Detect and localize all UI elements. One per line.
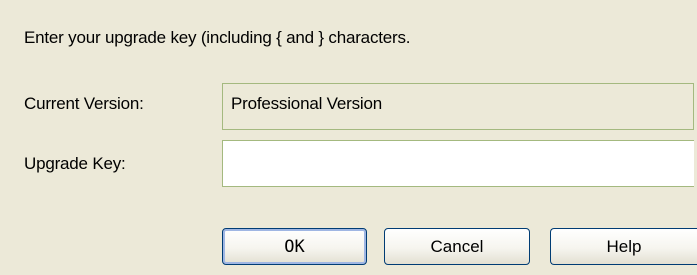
upgrade-key-label: Upgrade Key:	[24, 154, 126, 173]
instruction-text: Enter your upgrade key (including { and …	[24, 28, 411, 47]
ok-button-label: OK	[284, 236, 305, 257]
ok-button[interactable]: OK	[222, 228, 367, 265]
cancel-button-label: Cancel	[430, 236, 484, 256]
current-version-label: Current Version:	[24, 94, 144, 113]
upgrade-key-dialog: Enter your upgrade key (including { and …	[0, 0, 697, 275]
upgrade-key-input[interactable]	[222, 140, 694, 187]
help-button-label: Help	[606, 236, 642, 256]
help-button[interactable]: Help	[550, 228, 697, 265]
current-version-field: Professional Version	[222, 83, 694, 130]
current-version-value: Professional Version	[231, 94, 382, 113]
cancel-button[interactable]: Cancel	[384, 228, 530, 265]
